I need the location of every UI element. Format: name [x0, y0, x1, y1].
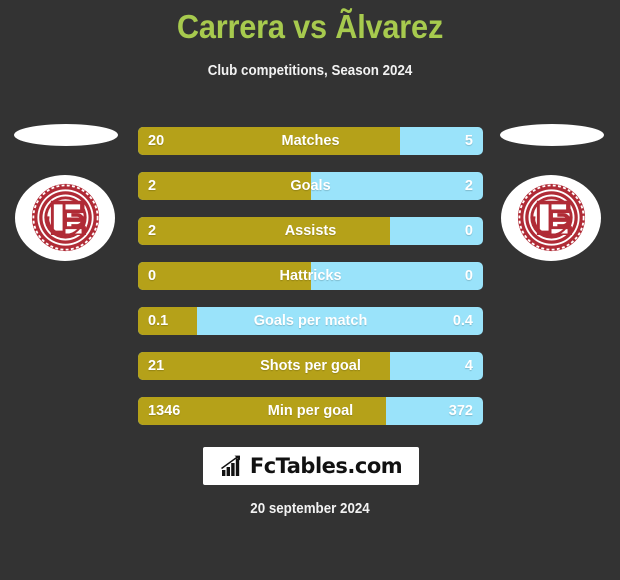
stat-bar-row: 20 5 Matches — [138, 127, 483, 155]
stat-bar-row: 0 0 Hattricks — [138, 262, 483, 290]
stat-bars-list: 20 5 Matches 2 2 Goals 2 0 Assists 0 0 Hattricks 0.1… — [138, 127, 483, 442]
stat-label: Goals per match — [253, 313, 368, 329]
stat-label: Matches — [281, 133, 340, 149]
stat-label: Min per goal — [267, 403, 354, 419]
away-club-crest — [498, 120, 608, 270]
stat-bar-row: 0.1 0.4 Goals per match — [138, 307, 483, 335]
stat-label: Hattricks — [279, 268, 342, 284]
lanus-crest-icon — [517, 183, 586, 252]
stat-label: Shots per goal — [260, 358, 361, 374]
bar-chart-growth-icon — [220, 455, 240, 476]
page-title: Carrera vs Ãlvarez — [176, 8, 444, 45]
page-subtitle: Club competitions, Season 2024 — [207, 63, 413, 79]
stat-label: Goals — [290, 178, 331, 194]
stat-bar-row: 2 2 Goals — [138, 172, 483, 200]
home-club-crest — [12, 120, 122, 270]
fctables-logo-text: FcTables.com — [249, 454, 403, 478]
crest-top-ellipse — [14, 124, 118, 146]
stat-bar-row: 21 4 Shots per goal — [138, 352, 483, 380]
report-date: 20 september 2024 — [250, 501, 370, 517]
lanus-crest-icon — [31, 183, 100, 252]
crest-top-ellipse — [500, 124, 604, 146]
stats-comparison-page: Carrera vs Ãlvarez Club competitions, Se… — [0, 0, 620, 580]
stat-label: Assists — [284, 223, 337, 239]
fctables-logo[interactable]: FcTables.com — [203, 447, 419, 485]
stat-bar-row: 1346 372 Min per goal — [138, 397, 483, 425]
stat-bar-row: 2 0 Assists — [138, 217, 483, 245]
